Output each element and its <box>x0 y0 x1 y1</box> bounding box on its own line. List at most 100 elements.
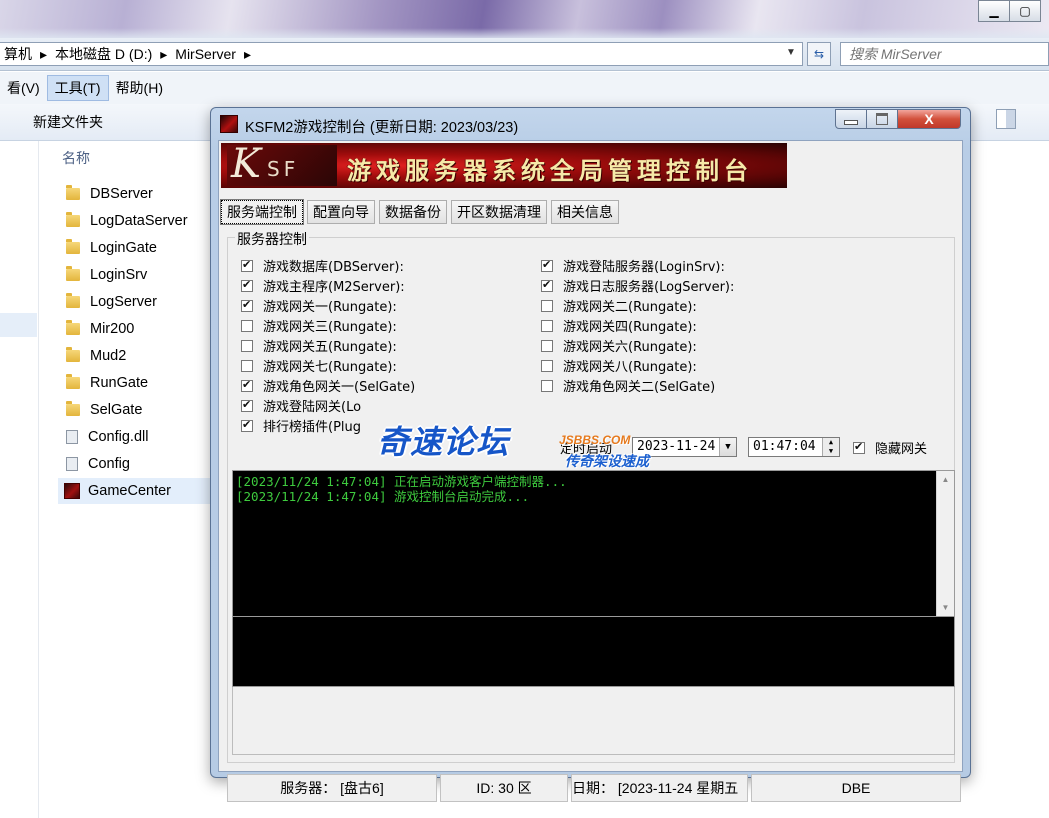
breadcrumb[interactable]: 算机 ▸ 本地磁盘 D (D:) ▸ MirServer ▸ <box>0 42 803 66</box>
checkbox[interactable] <box>541 319 553 332</box>
scroll-up-icon[interactable]: ▲ <box>937 471 954 488</box>
spin-buttons-icon[interactable]: ▲ ▼ <box>822 438 839 456</box>
checkbox-rungate-7[interactable]: 游戏网关七(Rungate): <box>241 356 397 375</box>
checkbox[interactable] <box>541 258 553 272</box>
maximize-button[interactable]: ▢ <box>1009 0 1041 22</box>
menu-bar: 看(V) 工具(T) 帮助(H) <box>0 72 1049 105</box>
new-folder-button[interactable]: 新建文件夹 <box>33 112 103 132</box>
list-item[interactable]: LoginSrv <box>58 262 210 288</box>
checkbox[interactable] <box>241 278 253 292</box>
address-bar: 算机 ▸ 本地磁盘 D (D:) ▸ MirServer ▸ ▼ ⇆ <box>0 38 1049 71</box>
time-picker[interactable]: 01:47:04 ▲ ▼ <box>748 437 840 457</box>
list-item[interactable]: LoginGate <box>58 235 210 261</box>
minimize-button[interactable]: ▁ <box>978 0 1010 22</box>
chevron-right-icon[interactable]: ▸ <box>156 46 171 63</box>
scroll-down-icon[interactable]: ▼ <box>937 599 954 616</box>
menu-help[interactable]: 帮助(H) <box>109 76 170 100</box>
list-item[interactable]: Mir200 <box>58 316 210 342</box>
tab-data-backup[interactable]: 数据备份 <box>379 200 447 224</box>
checkbox-rungate-4[interactable]: 游戏网关四(Rungate): <box>541 316 697 335</box>
checkbox-hide-gateway[interactable]: 隐藏网关 <box>853 438 927 457</box>
checkbox[interactable] <box>241 359 253 372</box>
list-item[interactable]: RunGate <box>58 370 210 396</box>
watermark-subtitle: 传奇架设速成 <box>565 454 649 470</box>
checkbox-selgate-1[interactable]: 游戏角色网关一(SelGate) <box>241 376 415 395</box>
list-item[interactable]: DBServer <box>58 181 210 207</box>
checkbox-m2server[interactable]: 游戏主程序(M2Server): <box>241 276 405 295</box>
console-scrollbar[interactable]: ▲ ▼ <box>936 471 954 616</box>
tab-related-info[interactable]: 相关信息 <box>551 200 619 224</box>
list-item[interactable]: GameCenter <box>58 478 210 504</box>
tab-config-wizard[interactable]: 配置向导 <box>307 200 375 224</box>
explorer-window-buttons: ▁ ▢ <box>978 0 1041 22</box>
checkbox[interactable] <box>541 278 553 292</box>
chevron-down-icon[interactable]: ▼ <box>719 438 736 456</box>
checkbox-selgate-2[interactable]: 游戏角色网关二(SelGate) <box>541 376 715 395</box>
menu-view[interactable]: 看(V) <box>0 76 47 100</box>
list-item[interactable]: Config.dll <box>58 424 210 450</box>
checkbox-logserver[interactable]: 游戏日志服务器(LogServer): <box>541 276 734 295</box>
breadcrumb-drive-d[interactable]: 本地磁盘 D (D:) <box>51 44 156 64</box>
checkbox[interactable] <box>241 418 253 432</box>
chevron-right-icon[interactable]: ▸ <box>36 46 51 63</box>
checkbox-rank-plugin[interactable]: 排行榜插件(Plug <box>241 416 361 435</box>
chevron-right-icon[interactable]: ▸ <box>240 46 255 63</box>
checkbox[interactable] <box>241 378 253 392</box>
checkbox[interactable] <box>241 339 253 352</box>
list-item[interactable]: LogDataServer <box>58 208 210 234</box>
close-button[interactable]: X <box>897 109 961 129</box>
console-lines: [2023/11/24 1:47:04] 正在启动游戏客户端控制器... [20… <box>233 474 567 504</box>
menu-tools[interactable]: 工具(T) <box>46 75 109 101</box>
desktop-wallpaper <box>0 0 1049 40</box>
watermark-url: JSBBS.COM <box>559 433 631 447</box>
nav-selected-item[interactable] <box>0 313 37 337</box>
folder-icon <box>66 320 80 335</box>
checkbox[interactable] <box>541 299 553 312</box>
tab-bar: 服务端控制 配置向导 数据备份 开区数据清理 相关信息 <box>220 199 619 225</box>
checkbox[interactable] <box>241 298 253 312</box>
column-header-name[interactable]: 名称 <box>62 148 90 168</box>
checkbox-rungate-3[interactable]: 游戏网关三(Rungate): <box>241 316 397 335</box>
time-value: 01:47:04 <box>753 439 816 454</box>
checkbox[interactable] <box>241 258 253 272</box>
checkbox-dbserver[interactable]: 游戏数据库(DBServer): <box>241 256 404 275</box>
group-label: 服务器控制 <box>235 229 309 249</box>
minimize-icon <box>844 119 858 125</box>
list-item[interactable]: Config <box>58 451 210 477</box>
app-icon <box>220 115 238 133</box>
breadcrumb-computer[interactable]: 算机 <box>0 44 36 64</box>
checkbox[interactable] <box>241 319 253 332</box>
breadcrumb-mirserver[interactable]: MirServer <box>171 46 240 62</box>
checkbox[interactable] <box>241 398 253 412</box>
list-item[interactable]: Mud2 <box>58 343 210 369</box>
ksf-logo-sf: SF <box>267 157 300 181</box>
checkbox-rungate-1[interactable]: 游戏网关一(Rungate): <box>241 296 397 315</box>
search-input[interactable] <box>847 45 1001 63</box>
checkbox[interactable] <box>853 440 865 454</box>
tab-data-cleanup[interactable]: 开区数据清理 <box>451 200 547 224</box>
ksf-logo-k: K <box>231 143 261 187</box>
checkbox-rungate-5[interactable]: 游戏网关五(Rungate): <box>241 336 397 355</box>
folder-icon <box>66 374 80 389</box>
checkbox-rungate-6[interactable]: 游戏网关六(Rungate): <box>541 336 697 355</box>
log-console[interactable]: [2023/11/24 1:47:04] 正在启动游戏客户端控制器... [20… <box>232 470 955 617</box>
list-item[interactable]: SelGate <box>58 397 210 423</box>
preview-pane-icon[interactable] <box>996 109 1016 129</box>
checkbox-loginsrv[interactable]: 游戏登陆服务器(LoginSrv): <box>541 256 725 275</box>
maximize-button[interactable] <box>866 109 898 129</box>
list-item[interactable]: LogServer <box>58 289 210 315</box>
chevron-down-icon[interactable]: ▼ <box>786 47 796 58</box>
checkbox[interactable] <box>541 359 553 372</box>
checkbox-rungate-8[interactable]: 游戏网关八(Rungate): <box>541 356 697 375</box>
config-file-icon <box>66 457 78 471</box>
checkbox[interactable] <box>541 339 553 352</box>
checkbox-logingate[interactable]: 游戏登陆网关(Lo <box>241 396 361 415</box>
checkbox-rungate-2[interactable]: 游戏网关二(Rungate): <box>541 296 697 315</box>
search-box[interactable] <box>840 42 1049 66</box>
checkbox[interactable] <box>541 379 553 392</box>
status-id: ID: 30 区 <box>440 774 568 802</box>
tab-server-control[interactable]: 服务端控制 <box>220 199 304 225</box>
minimize-button[interactable] <box>835 109 867 129</box>
refresh-icon[interactable]: ⇆ <box>807 42 831 66</box>
navigation-pane <box>0 141 39 818</box>
